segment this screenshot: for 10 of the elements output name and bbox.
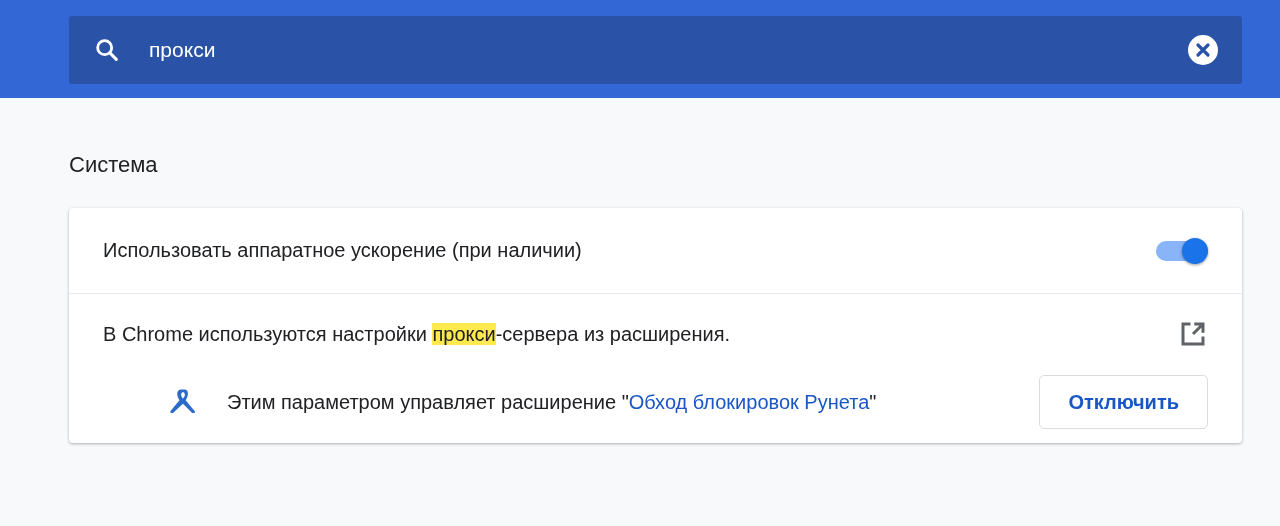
setting-label: Использовать аппаратное ускорение (при наличии) [103, 239, 582, 262]
disable-button[interactable]: Отключить [1039, 375, 1208, 429]
extension-link[interactable]: Обход блокировок Рунета [628, 390, 870, 413]
section-title: Система [69, 152, 159, 178]
search-icon [93, 36, 121, 64]
toggle-switch[interactable] [1156, 240, 1208, 261]
search-bar[interactable]: прокси [69, 16, 1242, 84]
setting-label: В Chrome используются настройки прокси-сервера из расширения. [103, 322, 731, 346]
clear-icon[interactable] [1188, 35, 1218, 65]
extension-note: Этим параметром управляет расширение "Обход блокировок Рунета" [227, 390, 878, 414]
